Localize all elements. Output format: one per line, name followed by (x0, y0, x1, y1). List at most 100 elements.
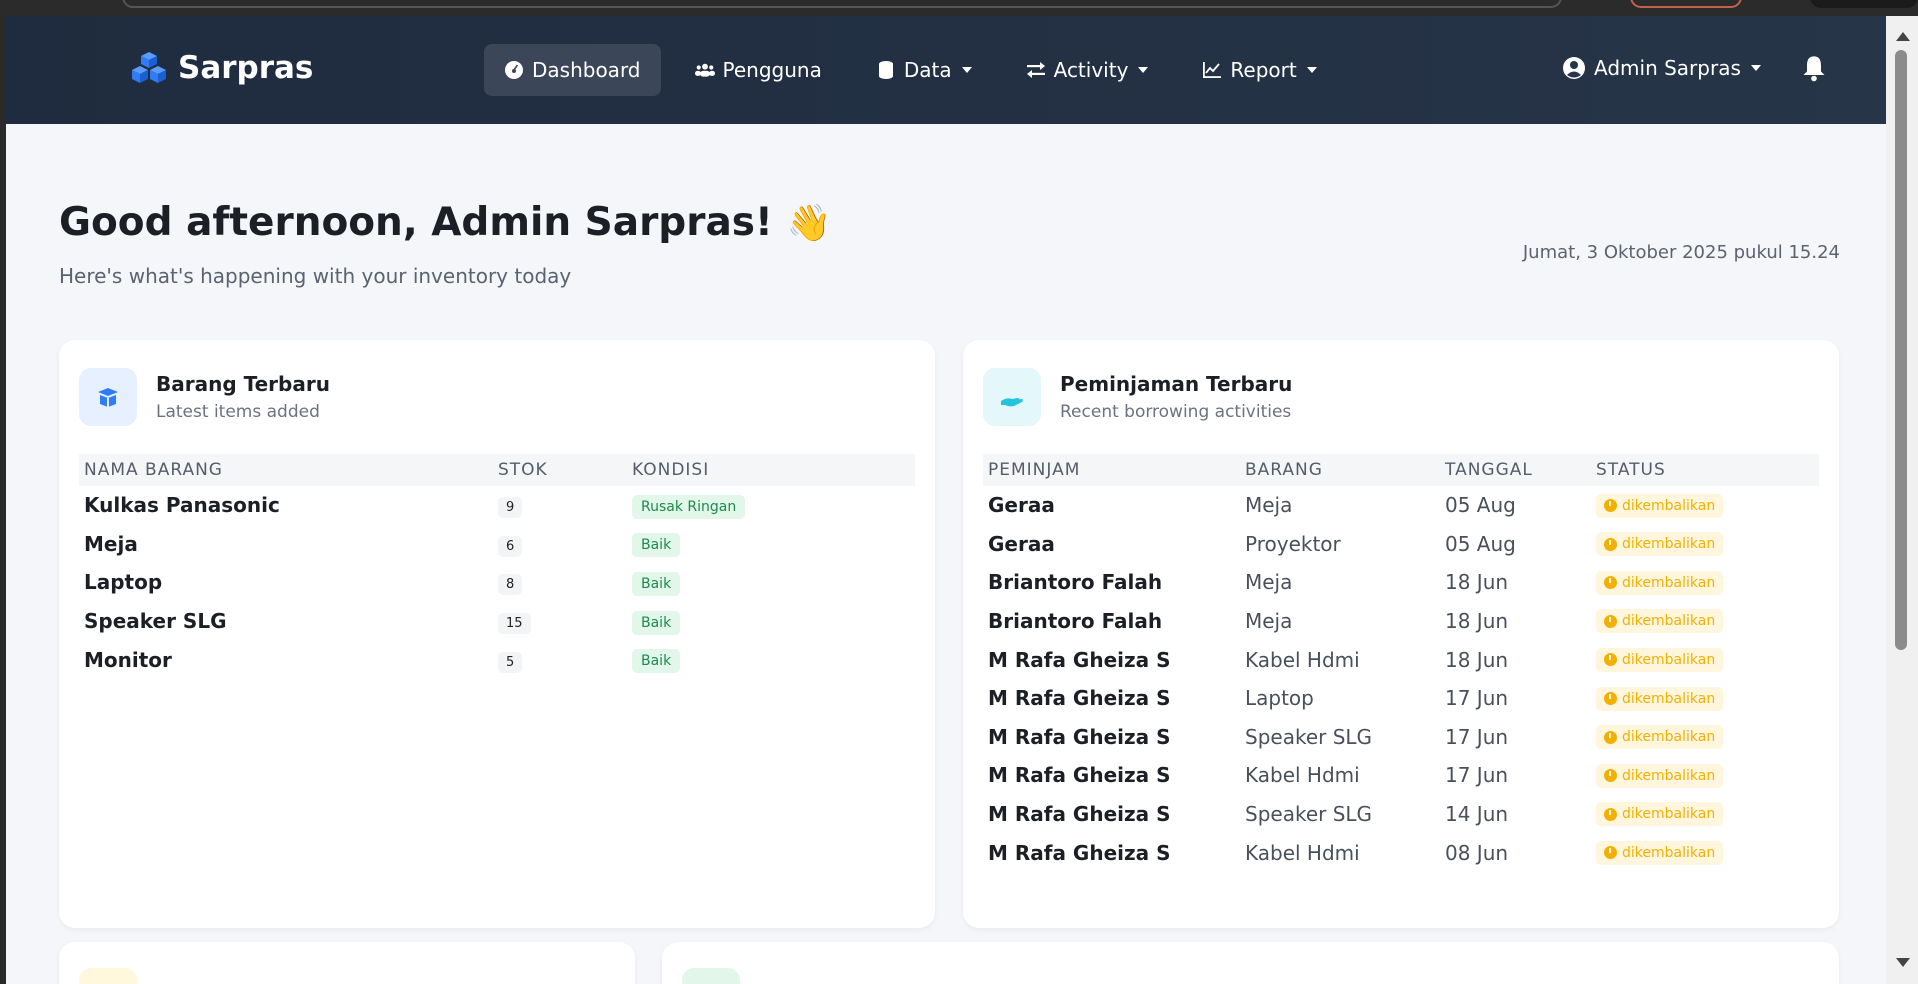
card-icon (79, 968, 137, 984)
item-name: Speaker SLG (1245, 802, 1373, 827)
card-header: Barang Terbaru Latest items added (79, 368, 330, 426)
status-badge: dikembalikan (1596, 840, 1724, 865)
clock-icon (1604, 692, 1617, 706)
condition-badge: Rusak Ringan (632, 494, 746, 519)
clock-icon (1604, 769, 1617, 783)
clock-icon (1604, 846, 1617, 860)
user-circle-icon (1563, 57, 1585, 79)
table-header-row: PEMINJAM BARANG TANGGAL STATUS (983, 454, 1819, 486)
table-row: Briantoro Falah Meja 18 Jun dikembalikan (983, 563, 1819, 602)
status-badge: dikembalikan (1596, 532, 1724, 557)
table-row: Geraa Proyektor 05 Aug dikembalikan (983, 525, 1819, 564)
table-row: Kulkas Panasonic 9 Rusak Ringan (79, 486, 915, 525)
browser-profile[interactable] (1810, 0, 1918, 8)
borrow-date: 05 Aug (1445, 531, 1516, 556)
bell-icon[interactable] (1800, 54, 1828, 82)
stock-count: 15 (498, 613, 531, 635)
clock-icon (1604, 807, 1617, 821)
status-badge: dikembalikan (1596, 493, 1724, 518)
card-title: Peminjaman Terbaru (1060, 372, 1293, 396)
status-badge: dikembalikan (1596, 609, 1724, 634)
scroll-thumb[interactable] (1895, 50, 1907, 650)
item-name: Laptop (1245, 686, 1314, 711)
table-row: M Rafa Gheiza S Kabel Hdmi 17 Jun dikemb… (983, 756, 1819, 795)
page-subtitle: Here's what's happening with your invent… (59, 264, 572, 288)
card-header: Peminjaman Terbaru Recent borrowing acti… (983, 368, 1292, 426)
borrower-name: Geraa (988, 493, 1055, 518)
item-name: Laptop (84, 570, 163, 595)
item-name: Kabel Hdmi (1245, 840, 1360, 865)
item-name: Meja (1245, 570, 1293, 595)
nav-data[interactable]: Data (856, 44, 992, 96)
item-name: Speaker SLG (84, 609, 227, 634)
col-tanggal: TANGGAL (1440, 454, 1591, 486)
table-header-row: NAMA BARANG STOK KONDISI (79, 454, 915, 486)
item-name: Monitor (84, 647, 172, 672)
peminjaman-table: PEMINJAM BARANG TANGGAL STATUS Geraa Mej… (983, 454, 1819, 872)
nav-activity[interactable]: Activity (1006, 44, 1169, 96)
item-name: Meja (1245, 609, 1293, 634)
item-name: Kabel Hdmi (1245, 647, 1360, 672)
borrower-name: Briantoro Falah (988, 570, 1163, 595)
nav-activity-label: Activity (1053, 58, 1129, 82)
brand[interactable]: Sarpras (130, 50, 313, 86)
table-row: M Rafa Gheiza S Kabel Hdmi 08 Jun dikemb… (983, 833, 1819, 872)
nav-pengguna[interactable]: Pengguna (675, 44, 842, 96)
browser-toolbar (0, 0, 1918, 16)
borrow-date: 05 Aug (1445, 493, 1516, 518)
borrow-date: 18 Jun (1445, 609, 1509, 634)
clock-icon (1604, 614, 1617, 628)
nav-dashboard[interactable]: Dashboard (484, 44, 661, 96)
chevron-down-icon (1138, 67, 1149, 73)
greeting: Good afternoon, Admin Sarpras! 👋 (59, 200, 832, 245)
nav-data-label: Data (903, 58, 952, 82)
col-peminjam: PEMINJAM (983, 454, 1240, 486)
item-name: Meja (1245, 493, 1293, 518)
borrow-date: 17 Jun (1445, 724, 1509, 749)
nav-dashboard-label: Dashboard (532, 58, 641, 82)
box-icon-wrapper (79, 368, 137, 426)
col-nama-barang: NAMA BARANG (79, 454, 493, 486)
app-window: Sarpras Dashboard Pengguna Data Activity (6, 16, 1892, 984)
nav-pengguna-label: Pengguna (722, 58, 822, 82)
card-subtitle: Latest items added (156, 402, 320, 422)
status-badge: dikembalikan (1596, 802, 1724, 827)
chevron-down-icon (961, 67, 972, 73)
stock-count: 8 (498, 574, 523, 596)
stock-count: 9 (498, 497, 523, 519)
clock-icon (1604, 653, 1617, 667)
item-name: Meja (84, 531, 138, 556)
col-kondisi: KONDISI (627, 454, 915, 486)
nav-report[interactable]: Report (1182, 44, 1336, 96)
status-badge: dikembalikan (1596, 763, 1724, 788)
peminjaman-terbaru-card: Peminjaman Terbaru Recent borrowing acti… (963, 340, 1839, 928)
scroll-up-icon[interactable] (1896, 32, 1910, 41)
condition-badge: Baik (632, 571, 681, 596)
user-menu[interactable]: Admin Sarpras (1562, 56, 1761, 80)
clock-icon (1604, 730, 1617, 744)
card-title: Barang Terbaru (156, 372, 330, 396)
status-badge: dikembalikan (1596, 725, 1724, 750)
table-row: Speaker SLG 15 Baik (79, 602, 915, 641)
user-name: Admin Sarpras (1594, 56, 1741, 80)
stock-count: 5 (498, 651, 523, 673)
borrow-date: 18 Jun (1445, 647, 1509, 672)
hand-icon-wrapper (983, 368, 1041, 426)
wave-emoji: 👋 (786, 202, 832, 244)
table-row: Laptop 8 Baik (79, 563, 915, 602)
status-badge: dikembalikan (1596, 647, 1724, 672)
nav-report-label: Report (1230, 58, 1297, 82)
condition-badge: Baik (632, 610, 681, 635)
current-datetime: Jumat, 3 Oktober 2025 pukul 15.24 (1522, 242, 1840, 263)
cubes-icon (132, 52, 166, 83)
table-row: M Rafa Gheiza S Speaker SLG 14 Jun dikem… (983, 795, 1819, 834)
address-bar[interactable] (122, 0, 1562, 8)
extension-button[interactable] (1630, 0, 1742, 8)
table-row: Monitor 5 Baik (79, 640, 915, 679)
page-scrollbar[interactable] (1886, 16, 1918, 984)
table-row: Meja 6 Baik (79, 525, 915, 564)
chevron-down-icon (1750, 65, 1761, 71)
main-nav: Dashboard Pengguna Data Activity Report (484, 44, 1351, 96)
condition-badge: Baik (632, 533, 681, 558)
scroll-down-icon[interactable] (1896, 958, 1910, 967)
